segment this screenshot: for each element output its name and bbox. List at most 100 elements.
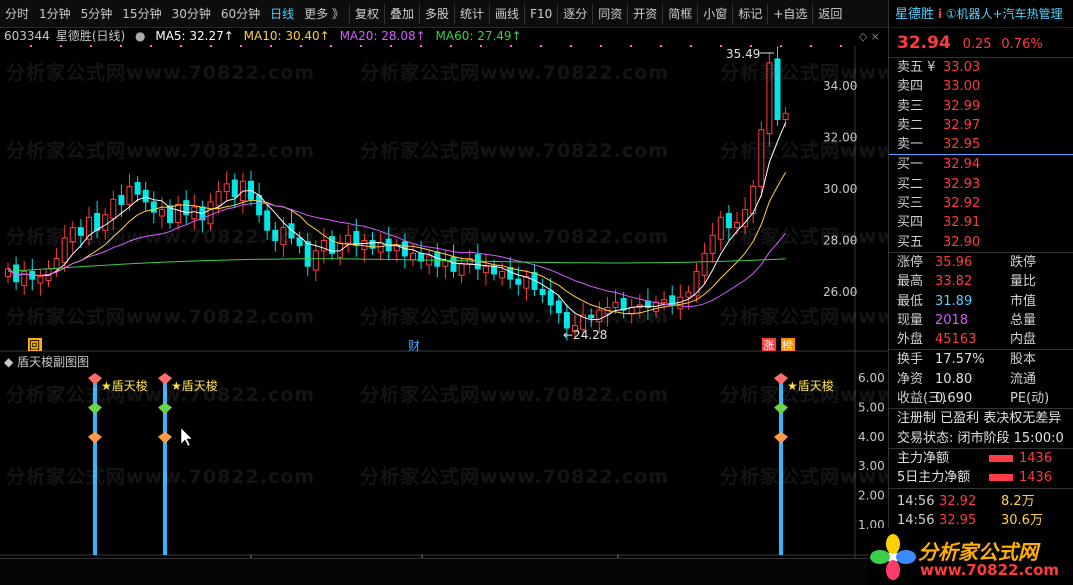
marker-dot [360,45,362,47]
candle-body [37,276,44,284]
period-tab-15min[interactable]: 15分钟 [117,4,166,24]
site-logo: 分析家公式网 www.70822.com [868,528,1073,585]
flow-bar [989,454,1013,462]
ma5-line [7,122,787,321]
review-label: 回 [29,339,40,352]
quote-row: 最高 33.82 量比 [897,274,1037,290]
finance-marker: 财 [408,339,420,353]
mouse-cursor-icon [180,427,193,447]
candle-body [272,229,279,241]
fund-flow: 主力净额 1436 5日主力净额 1436 [889,449,1073,489]
ask-book: 卖五 ¥33.03 卖四 33.00 卖三 32.99 卖二 32.97 卖一 32.9… [889,58,1073,156]
candle-body [499,270,506,279]
marker-dot [630,45,632,47]
candle-body [207,201,214,225]
candle-body [361,240,368,251]
candle-body [150,201,157,213]
candle-body [280,227,287,245]
trade-status: 交易状态: 闭市阶段 15:00:0 [897,430,1064,446]
bid-row: 买四 32.91 [897,215,981,231]
period-tab-daily[interactable]: 日线 [265,4,299,24]
marker-dot [420,45,422,47]
flow-row: 主力净额 1436 [897,450,1053,466]
ask-row: 卖三 32.99 [897,98,981,114]
kline-chart: 34.0032.0030.0028.0026.0035.49←24.28财涨榜回… [0,45,888,583]
info-icon[interactable]: i [938,7,942,21]
collapse-icon[interactable]: ◆ [4,355,13,369]
limit-up-label: 涨 [763,339,774,352]
red-diamond-icon [158,373,172,385]
candle-body [134,182,141,195]
back-button[interactable]: 返回 [812,3,847,24]
candle-body [661,299,668,303]
quote-header: 星德胜 i ①机器人+汽车热管理 [889,0,1073,28]
period-tab-5min[interactable]: 5分钟 [76,4,118,24]
simple-frame-button[interactable]: 简框 [662,3,697,24]
candle-body [118,194,125,205]
concept-tag[interactable]: ①机器人+汽车热管理 [946,7,1063,21]
marker-dot [60,45,62,47]
f10-button[interactable]: F10 [524,3,557,24]
period-tab-more[interactable]: 更多 》 [299,4,349,24]
candle-body [288,223,295,239]
marker-dot [240,45,242,47]
quote-row: 最低 31.89 市值 [897,293,1037,309]
high-price-label: 35.49 [726,47,760,61]
candle-body [231,179,238,198]
flow-bar [989,474,1013,482]
fundamentals: 换手 17.57% 股本 净资 10.80 流通 收益(三) 0.690 PE(动) [889,350,1073,410]
candle-body [256,194,263,216]
ask-row: 卖一 32.95 [897,137,981,153]
candle-body [620,297,627,311]
price-change-pct: 0.76% [1001,37,1043,52]
multi-stock-button[interactable]: 多股 [419,3,454,24]
pinwheel-icon [870,534,916,580]
bid-row: 买三 32.92 [897,196,981,212]
candle-body [61,237,68,263]
add-watchlist-button[interactable]: +自选 [767,3,812,24]
candle-body [158,209,165,217]
stats-button[interactable]: 统计 [454,3,489,24]
stock-title[interactable]: 星德胜 [895,7,934,22]
chart-area[interactable]: 603344 星德胜(日线) ● MA5: 32.27↑ MA10: 30.40↑… [0,28,888,583]
candle-body [312,250,319,271]
fuquan-button[interactable]: 复权 [348,3,384,24]
stock-tags[interactable]: 注册制 已盈利 表决权无差异 [889,409,1073,428]
draw-line-button[interactable]: 画线 [489,3,524,24]
candle-body [507,267,514,280]
period-tab-fenshi[interactable]: 分时 [0,4,34,24]
mark-button[interactable]: 标记 [732,3,767,24]
candle-body [450,256,457,272]
marker-dot [90,45,92,47]
period-tab-60min[interactable]: 60分钟 [216,4,265,24]
period-tab-30min[interactable]: 30分钟 [167,4,216,24]
marker-dot [780,45,782,47]
tick-list: 14:56 32.92 8.2万 14:56 32.95 30.6万 [889,489,1073,530]
logo-url: www.70822.com [920,561,1060,579]
candle-body [215,191,222,207]
candle-body [693,270,700,297]
same-capital-button[interactable]: 同资 [592,3,627,24]
ask-row: 卖四 33.00 [897,79,981,95]
marker-dot [450,45,452,47]
candle-body [191,206,198,220]
candle-body [53,258,60,270]
candle-body [701,252,708,276]
open-capital-button[interactable]: 开资 [627,3,662,24]
small-window-button[interactable]: 小窗 [697,3,732,24]
marker-dot [720,45,722,47]
tick-button[interactable]: 逐分 [557,3,592,24]
green-diamond-icon [158,402,172,415]
quote-row: 外盘 45163 内盘 [897,332,1037,348]
bottom-tab-bar[interactable] [0,558,888,585]
candle-body [377,242,384,253]
candle-body [685,291,692,298]
low-price-label: ←24.28 [563,328,607,342]
period-tab-1min[interactable]: 1分钟 [34,4,76,24]
sub-tick-label: 4.00 [858,430,885,444]
tags-section: 注册制 已盈利 表决权无差异 交易状态: 闭市阶段 15:00:0 [889,409,1073,449]
marker-dot [150,45,152,47]
overlay-button[interactable]: 叠加 [384,3,419,24]
flow-row: 5日主力净额 1436 [897,470,1053,486]
marker-dot [270,45,272,47]
